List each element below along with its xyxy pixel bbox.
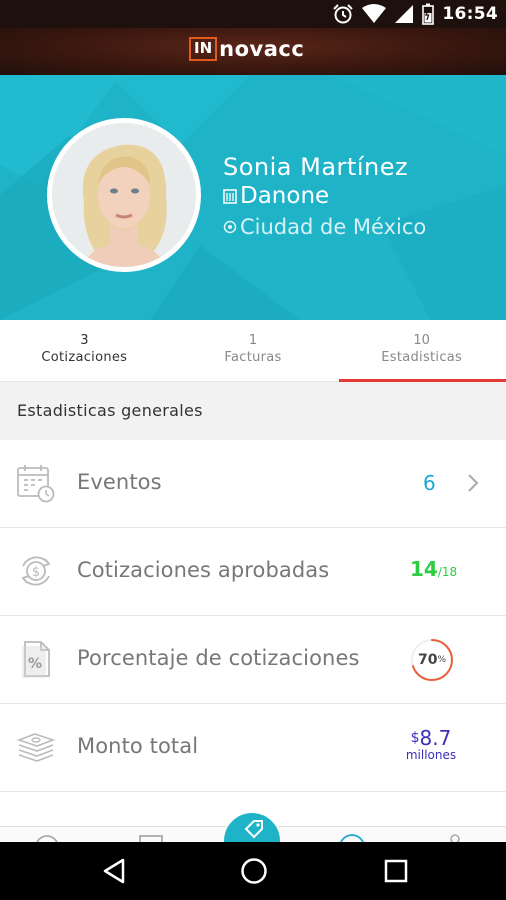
stat-row-percentage: % Porcentaje de cotizaciones 70% — [0, 616, 506, 704]
logo-text: novacc — [219, 37, 305, 61]
stat-row-events[interactable]: Eventos 6 — [0, 440, 506, 528]
tab-label: Facturas — [224, 350, 282, 365]
stat-label: Monto total — [77, 734, 199, 758]
stat-label: Cotizaciones aprobadas — [77, 558, 330, 582]
status-icons: 16:54 — [332, 3, 498, 25]
system-navigation-bar — [0, 842, 506, 900]
amount-number: 8.7 — [419, 726, 452, 750]
city-name: Ciudad de México — [240, 215, 427, 239]
stat-label: Porcentaje de cotizaciones — [77, 646, 360, 670]
stat-row-approved-quotes: $ Cotizaciones aprobadas 14/18 — [0, 528, 506, 616]
percentage-gauge: 70% — [409, 637, 455, 683]
profile-company: Danone — [223, 183, 329, 209]
tab-label: Cotizaciones — [41, 350, 128, 365]
back-icon[interactable] — [101, 857, 127, 885]
stats-list: Eventos 6 $ Cotizaciones aprobadas 14/18… — [0, 440, 506, 792]
currency-exchange-icon: $ — [21, 556, 51, 586]
section-title: Estadisticas generales — [17, 401, 203, 420]
amount-unit: millones — [405, 748, 457, 762]
percentage-unit: % — [437, 655, 447, 665]
tab-count: 3 — [80, 333, 89, 348]
location-icon — [223, 220, 237, 234]
stat-row-total-amount: Monto total $8.7 millones — [0, 704, 506, 792]
profile-photo — [52, 123, 196, 267]
section-header: Estadisticas generales — [0, 382, 506, 440]
profile-name: Sonia Martínez — [223, 153, 409, 181]
approved-value: 14 — [410, 557, 438, 581]
signal-icon — [395, 5, 414, 23]
amount-currency: $ — [410, 730, 420, 746]
clock: 16:54 — [442, 4, 498, 24]
wifi-icon — [362, 4, 387, 23]
svg-text:%: % — [28, 656, 42, 672]
tab-estadisticas[interactable]: 10 Estadisticas — [337, 320, 506, 382]
svg-text:$: $ — [32, 565, 40, 580]
tag-icon — [244, 820, 263, 839]
amount-value: $8.7 millones — [401, 728, 461, 762]
profile-avatar[interactable] — [47, 118, 201, 272]
battery-icon — [422, 3, 435, 25]
tab-count: 10 — [413, 333, 430, 348]
tab-facturas[interactable]: 1 Facturas — [169, 320, 338, 381]
approved-count: 14/18 — [410, 557, 457, 581]
approved-total: /18 — [437, 565, 458, 579]
money-stack-icon — [16, 733, 56, 762]
percentage-value: 70% — [409, 637, 455, 683]
profile-tabs: 3 Cotizaciones 1 Facturas 10 Estadistica… — [0, 320, 506, 382]
chevron-right-icon — [468, 474, 479, 492]
status-bar: 16:54 — [0, 0, 506, 28]
events-count: 6 — [423, 471, 436, 495]
tab-cotizaciones[interactable]: 3 Cotizaciones — [0, 320, 169, 381]
company-name: Danone — [240, 183, 330, 209]
calendar-icon — [17, 465, 55, 503]
building-icon — [223, 189, 237, 204]
alarm-icon — [333, 4, 354, 24]
home-icon[interactable] — [240, 857, 268, 885]
app-logo: IN novacc — [189, 37, 304, 61]
tab-label: Estadisticas — [381, 350, 463, 365]
percent-document-icon: % — [22, 641, 50, 678]
stat-label: Eventos — [77, 470, 162, 494]
percentage-number: 70 — [417, 652, 438, 668]
profile-city: Ciudad de México — [223, 215, 426, 239]
tab-count: 1 — [248, 333, 258, 348]
logo-mark: IN — [189, 37, 218, 61]
recents-icon[interactable] — [383, 857, 409, 885]
app-bar: IN novacc — [0, 28, 506, 75]
profile-header: Sonia Martínez Danone Ciudad de México — [0, 75, 506, 320]
